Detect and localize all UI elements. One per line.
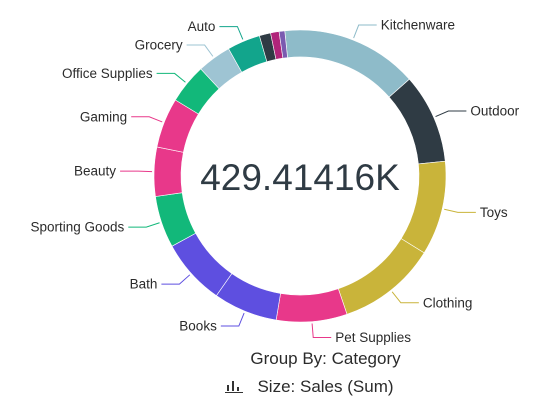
leader-grocery (186, 44, 214, 57)
segment-beauty[interactable] (153, 146, 184, 197)
leader-pet-supplies (311, 323, 332, 338)
label-bath: Bath (130, 277, 158, 292)
leader-clothing (391, 291, 419, 304)
label-kitchenware: Kitchenware (381, 18, 455, 33)
donut-chart: Kitchenware Outdoor Toys Clothing Pet Suppli… (30, 18, 519, 345)
label-toys: Toys (480, 205, 508, 220)
leader-auto (219, 26, 244, 40)
group-by-label: Group By: Category (250, 349, 401, 368)
bar-chart-icon (225, 379, 245, 393)
label-auto: Auto (188, 19, 216, 34)
label-pet-supplies: Pet Supplies (335, 330, 411, 345)
label-books: Books (179, 319, 217, 334)
label-office-supplies: Office Supplies (62, 66, 153, 81)
segment-outdoor[interactable] (388, 78, 446, 165)
chart-page: { "chart_data": { "type": "pie", "varian… (0, 0, 555, 408)
leader-outdoor (435, 110, 467, 118)
label-sporting-goods: Sporting Goods (30, 220, 124, 235)
leader-bath (161, 274, 191, 285)
segment-bath[interactable] (171, 232, 233, 297)
label-gaming: Gaming (80, 109, 127, 124)
size-field-row: Size: Sales (Sum) (32, 377, 555, 397)
size-field-label: Size: Sales (Sum) (257, 377, 394, 396)
label-outdoor: Outdoor (470, 103, 519, 118)
center-total-value: 429.41416K (200, 157, 400, 198)
leader-sporting-goods (128, 222, 160, 228)
segment-toys[interactable] (400, 160, 447, 254)
segment-kitchenware[interactable] (284, 29, 410, 98)
leader-office-supplies (156, 72, 186, 83)
label-beauty: Beauty (74, 164, 116, 179)
leader-kitchenware (353, 24, 377, 39)
segment-pet-supplies[interactable] (275, 288, 348, 323)
leader-gaming (131, 116, 163, 123)
label-grocery: Grocery (135, 38, 183, 53)
leader-toys (444, 208, 476, 213)
label-clothing: Clothing (423, 295, 473, 310)
leader-books (220, 312, 245, 327)
